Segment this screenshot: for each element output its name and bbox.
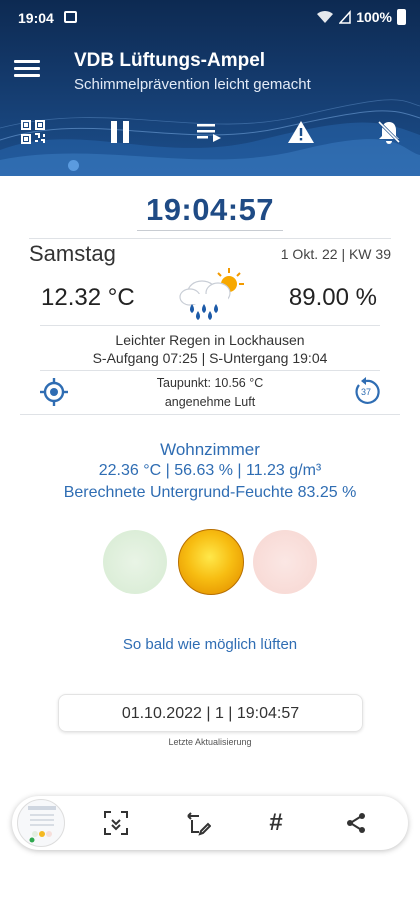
app-header: 19:04 100% VDB Lüftungs-Ampel Schimmelpr… <box>0 0 420 176</box>
warning-icon[interactable] <box>281 112 321 152</box>
edit-icon[interactable] <box>182 807 214 839</box>
room-name: Wohnzimmer <box>160 440 260 459</box>
outdoor-humidity: 89.00 % <box>288 284 377 311</box>
traffic-light-yellow <box>178 529 244 595</box>
signal-icon <box>339 10 351 24</box>
notifications-off-icon[interactable] <box>369 112 409 152</box>
screenshot-thumbnail[interactable] <box>17 799 65 847</box>
share-icon[interactable] <box>340 807 372 839</box>
date-calendar-week: 1 Okt. 22 | KW 39 <box>280 246 391 262</box>
status-bar: 19:04 100% <box>0 0 420 36</box>
page-indicator-dot <box>68 160 79 171</box>
clock: 19:04:57 <box>145 192 275 227</box>
refresh-timer-icon[interactable]: 37 <box>350 376 382 408</box>
divider <box>40 325 380 326</box>
sunrise-sunset: S-Aufgang 07:25 | S-Untergang 19:04 <box>92 350 328 366</box>
refresh-countdown: 37 <box>360 387 371 397</box>
rain-cloud-sun-icon <box>179 268 244 320</box>
battery-percent: 100% <box>356 9 392 25</box>
divider <box>40 370 380 371</box>
traffic-light-red <box>253 530 317 594</box>
clock-underline <box>137 230 283 231</box>
room-values: 22.36 °C | 56.63 % | 11.23 g/m³ <box>98 462 322 479</box>
traffic-light-green <box>103 530 167 594</box>
status-time: 19:04 <box>18 10 54 26</box>
ventilation-advice: So bald wie möglich lüften <box>122 636 298 653</box>
qr-code-icon[interactable] <box>13 112 53 152</box>
app-title: VDB Lüftungs-Ampel <box>74 50 266 71</box>
outdoor-temperature: 12.32 °C <box>41 284 135 311</box>
header-toolbar <box>0 112 420 152</box>
screenshot-toolbar: # <box>12 796 408 850</box>
last-update-box: 01.10.2022 | 1 | 19:04:57 <box>58 694 363 732</box>
wifi-icon <box>317 10 334 23</box>
divider <box>29 238 391 239</box>
pause-icon[interactable] <box>100 112 140 152</box>
weekday: Samstag <box>29 241 116 266</box>
app-subtitle: Schimmelprävention leicht gemacht <box>74 76 311 93</box>
gallery-notification-icon <box>64 11 77 23</box>
hashtag-icon[interactable]: # <box>260 807 292 839</box>
substrate-humidity: Berechnete Untergrund-Feuchte 83.25 % <box>63 484 357 501</box>
divider <box>20 414 400 415</box>
menu-icon[interactable] <box>14 56 44 82</box>
battery-icon <box>397 9 406 25</box>
weather-description: Leichter Regen in Lockhausen <box>115 332 305 348</box>
last-update-label: Letzte Aktualisierung <box>168 737 252 747</box>
playlist-icon[interactable] <box>190 112 230 152</box>
scroll-capture-icon[interactable] <box>100 807 132 839</box>
status-icons: 100% <box>316 9 406 25</box>
